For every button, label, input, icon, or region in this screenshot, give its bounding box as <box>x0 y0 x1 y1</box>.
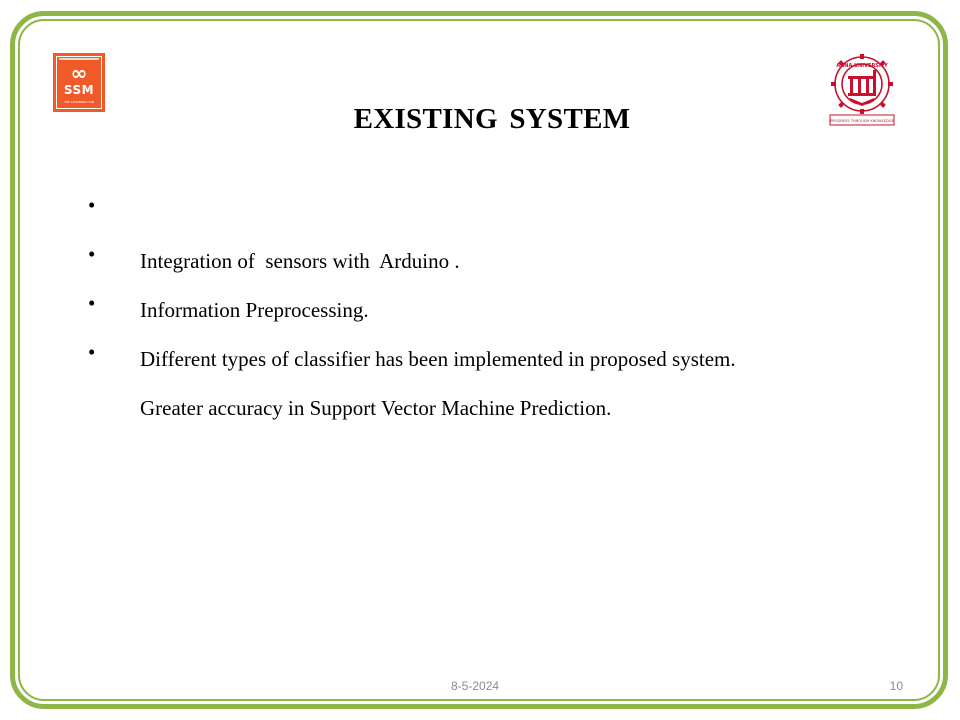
bullet-icon: • <box>88 340 96 364</box>
bullet-item: • Greater accuracy in Support Vector Mac… <box>88 338 736 420</box>
slide-title: EXISTING SYSTEM <box>353 103 631 135</box>
bullet-item: • Integration of sensors with Arduino . <box>88 191 736 273</box>
footer-date: 8-5-2024 <box>451 679 500 693</box>
ssm-logo-text: SSM <box>63 83 95 97</box>
bullet-icon: • <box>88 242 96 266</box>
bullet-list: • Integration of sensors with Arduino . … <box>88 191 736 420</box>
bullet-icon: • <box>88 193 96 217</box>
bullet-text: Greater accuracy in Support Vector Machi… <box>140 396 612 420</box>
infinity-icon: ∞ <box>70 61 88 85</box>
bullet-icon: • <box>88 291 96 315</box>
bullet-item: • Different types of classifier has been… <box>88 289 736 371</box>
svg-text:ANNA UNIVERSITY: ANNA UNIVERSITY <box>836 63 888 69</box>
bullet-item: • Information Preprocessing. <box>88 240 736 322</box>
page-number: 10 <box>889 679 903 693</box>
